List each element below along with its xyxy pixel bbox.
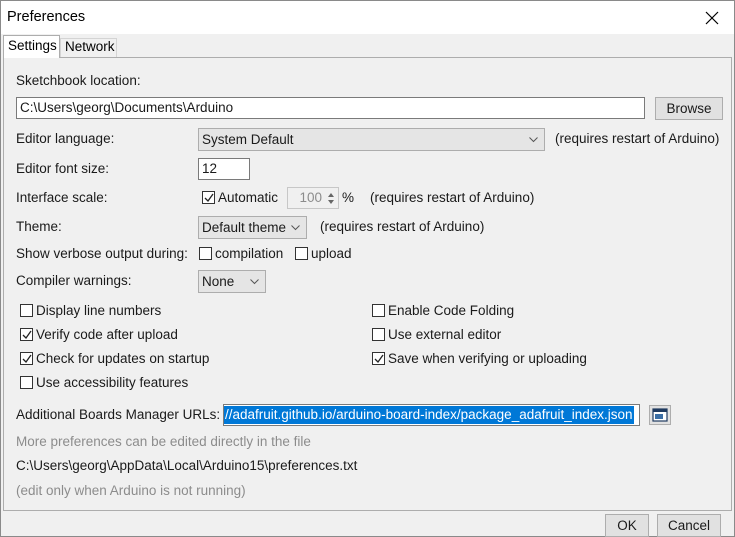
boards-urls-value: //adafruit.github.io/arduino-board-index… xyxy=(224,406,634,424)
ok-button[interactable]: OK xyxy=(605,514,649,537)
sketchbook-label: Sketchbook location: xyxy=(16,73,141,88)
editor-language-note: (requires restart of Arduino) xyxy=(555,131,720,146)
chevron-down-icon xyxy=(529,137,538,143)
chevron-down-icon xyxy=(291,225,300,231)
preferences-window: Preferences Settings Network Sketchbook … xyxy=(0,0,735,537)
interface-scale-label: Interface scale: xyxy=(16,190,108,205)
code-folding-checkbox[interactable] xyxy=(372,304,385,317)
accessibility-label: Use accessibility features xyxy=(36,375,189,390)
spinner-arrows-icon[interactable] xyxy=(325,190,337,207)
close-icon xyxy=(705,11,719,25)
settings-panel: Sketchbook location: C:\Users\georg\Docu… xyxy=(3,57,732,511)
check-updates-checkbox[interactable] xyxy=(20,352,33,365)
verbose-upload-label: upload xyxy=(311,246,352,261)
edit-note-text: (edit only when Arduino is not running) xyxy=(16,483,246,498)
editor-language-value: System Default xyxy=(202,132,294,147)
window-title: Preferences xyxy=(7,9,86,25)
verbose-output-label: Show verbose output during: xyxy=(16,246,188,261)
interface-scale-value: 100 xyxy=(299,190,322,205)
editor-language-label: Editor language: xyxy=(16,131,115,146)
accessibility-checkbox[interactable] xyxy=(20,376,33,389)
theme-value: Default theme xyxy=(202,220,287,235)
save-when-verifying-checkbox[interactable] xyxy=(372,352,385,365)
check-icon xyxy=(204,193,214,203)
verify-code-checkbox[interactable] xyxy=(20,328,33,341)
edit-urls-button[interactable] xyxy=(649,405,671,425)
chevron-down-icon xyxy=(250,279,259,285)
check-icon xyxy=(374,354,384,364)
verbose-compilation-checkbox[interactable] xyxy=(199,247,212,260)
external-editor-checkbox[interactable] xyxy=(372,328,385,341)
tab-network[interactable]: Network xyxy=(60,38,117,57)
theme-note: (requires restart of Arduino) xyxy=(320,219,485,234)
sketchbook-location-input[interactable]: C:\Users\georg\Documents\Arduino xyxy=(16,97,645,119)
cancel-button[interactable]: Cancel xyxy=(657,514,721,537)
editor-font-size-label: Editor font size: xyxy=(16,161,110,176)
editor-language-select[interactable]: System Default xyxy=(198,128,545,151)
theme-select[interactable]: Default theme xyxy=(198,216,307,239)
verbose-upload-checkbox[interactable] xyxy=(295,247,308,260)
tab-settings[interactable]: Settings xyxy=(3,35,60,58)
boards-urls-label: Additional Boards Manager URLs: xyxy=(16,407,221,422)
editor-font-size-input[interactable]: 12 xyxy=(198,158,250,180)
verbose-compilation-label: compilation xyxy=(215,246,284,261)
title-bar: Preferences xyxy=(1,1,734,34)
compiler-warnings-select[interactable]: None xyxy=(198,270,266,293)
verify-code-label: Verify code after upload xyxy=(36,327,178,342)
boards-urls-input[interactable]: //adafruit.github.io/arduino-board-index… xyxy=(223,404,640,426)
external-editor-label: Use external editor xyxy=(388,327,502,342)
theme-label: Theme: xyxy=(16,219,62,234)
more-preferences-text: More preferences can be edited directly … xyxy=(16,434,311,449)
interface-scale-spinner[interactable]: 100 xyxy=(287,187,339,209)
code-folding-label: Enable Code Folding xyxy=(388,303,515,318)
compiler-warnings-label: Compiler warnings: xyxy=(16,273,132,288)
close-button[interactable] xyxy=(690,1,734,34)
check-icon xyxy=(22,354,32,364)
save-when-verifying-label: Save when verifying or uploading xyxy=(388,351,587,366)
interface-scale-note: (requires restart of Arduino) xyxy=(370,190,535,205)
interface-scale-unit: % xyxy=(342,190,355,205)
display-line-numbers-checkbox[interactable] xyxy=(20,304,33,317)
automatic-scale-label: Automatic xyxy=(218,190,279,205)
display-line-numbers-label: Display line numbers xyxy=(36,303,162,318)
compiler-warnings-value: None xyxy=(202,274,235,289)
browse-button[interactable]: Browse xyxy=(655,97,723,120)
automatic-scale-checkbox[interactable] xyxy=(202,191,215,204)
window-icon xyxy=(652,408,668,422)
check-updates-label: Check for updates on startup xyxy=(36,351,210,366)
check-icon xyxy=(22,330,32,340)
preferences-file-path: C:\Users\georg\AppData\Local\Arduino15\p… xyxy=(16,458,358,473)
